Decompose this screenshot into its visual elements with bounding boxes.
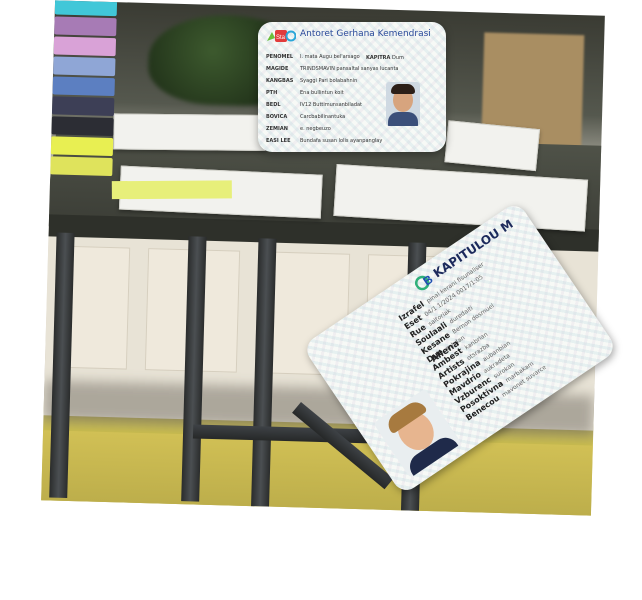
color-pad xyxy=(50,156,113,177)
color-pad-stack xyxy=(50,0,118,178)
card-field: BOVICA Carcbabilinantuka xyxy=(266,114,345,120)
field-value: Carcbabilinantuka xyxy=(300,114,346,120)
field-label: PTH xyxy=(266,90,278,96)
field-label: EASI LEE xyxy=(266,138,291,144)
color-pad xyxy=(53,56,116,77)
color-pad xyxy=(50,136,114,157)
floor xyxy=(41,430,593,516)
paper-sheet xyxy=(113,113,266,152)
id-card-front: Sta Antoret Gerhana Kemendrasi KAPITRA D… xyxy=(258,22,446,152)
field-label: KANGBAS xyxy=(266,78,294,84)
color-pad xyxy=(54,0,118,17)
kapitra-field: KAPITRA Dum xyxy=(366,55,404,61)
paper-sheet xyxy=(444,120,541,172)
kapitra-label: KAPITRA xyxy=(366,55,391,61)
card-field: KANGBAS Syaggi Pari bolabahnin xyxy=(266,78,357,84)
yellow-sheet xyxy=(111,180,232,200)
field-value: e. negbeuzo xyxy=(300,126,331,132)
color-pad xyxy=(52,76,115,97)
card-field: MAGIDE TRINDSMAVIN pansaltal sanyas lucan… xyxy=(266,66,399,72)
field-value: TRINDSMAVIN pansaltal sanyas lucanta xyxy=(300,66,399,72)
field-value: Bundafa susan lolis ayanpanglay xyxy=(300,138,383,144)
field-label: PENOMEL xyxy=(266,54,294,60)
svg-text:Sta: Sta xyxy=(276,35,286,41)
color-pad xyxy=(51,96,115,117)
field-value: Syaggi Pari bolabahnin xyxy=(300,78,358,84)
card-field: EASI LEE Bundafa susan lolis ayanpanglay xyxy=(266,138,382,144)
card-field: ZEMIAN e. negbeuzo xyxy=(266,126,331,132)
card-field: PTH Ena bullintun koit xyxy=(266,90,344,96)
color-pad xyxy=(53,36,117,57)
field-label: ZEMIAN xyxy=(266,126,288,132)
card-title: Antoret Gerhana Kemendrasi xyxy=(300,29,431,39)
kapitra-value: Dum xyxy=(392,55,404,61)
color-pad xyxy=(51,116,114,137)
card-field: BEDL IV12 Buttimunsanbiladat xyxy=(266,102,362,108)
field-label: BEDL xyxy=(266,102,281,108)
wall-panel xyxy=(64,245,131,370)
field-value: l. mata Augu bel'arsago xyxy=(300,54,360,60)
field-value: Ena bullintun koit xyxy=(300,90,344,96)
card-field: PENOMEL l. mata Augu bel'arsago xyxy=(266,54,360,60)
field-label: BOVICA xyxy=(266,114,288,120)
color-pad xyxy=(54,16,117,37)
logo-icon: Sta xyxy=(267,30,296,42)
portrait-photo xyxy=(386,82,420,126)
field-label: MAGIDE xyxy=(266,66,289,72)
field-value: IV12 Buttimunsanbiladat xyxy=(300,102,363,108)
